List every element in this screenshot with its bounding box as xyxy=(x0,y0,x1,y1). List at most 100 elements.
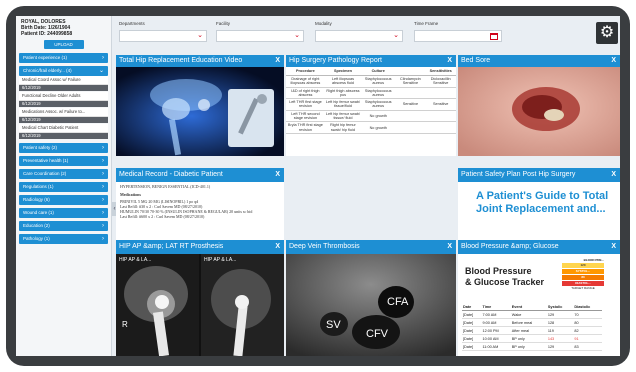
ultrasound-image[interactable]: CFA SV CFV xyxy=(286,254,456,356)
table-row: I&D of right thigh abscess Right thigh a… xyxy=(286,87,456,100)
sidebar-item-wound-care[interactable]: Wound care (1) › xyxy=(19,208,108,218)
table-cell: Sensitive xyxy=(395,98,426,111)
table-header xyxy=(395,67,426,76)
chevron-down-icon: ⌄ xyxy=(294,32,300,39)
tile-title: Deep Vein Thrombosis xyxy=(289,243,360,250)
list-item[interactable]: Medical Coord Assoc w/ Failure xyxy=(19,76,108,85)
bed-sore-photo[interactable] xyxy=(458,67,620,156)
close-icon[interactable]: X xyxy=(447,55,452,67)
tile-medical-record[interactable]: Medical Record - Diabetic Patient X HYPE… xyxy=(116,168,284,247)
patient-id: Patient ID: 244099858 xyxy=(21,31,73,37)
sidebar-item-label: Care Coordination (2) xyxy=(23,171,67,176)
chevron-right-icon: › xyxy=(102,145,104,151)
table-cell xyxy=(395,87,426,100)
table-cell: Clindamycin Sensitive xyxy=(395,75,426,88)
tile-hip-video[interactable]: Total Hip Replacement Education Video X xyxy=(116,55,284,156)
close-icon[interactable]: X xyxy=(611,55,616,67)
sidebar-item-radiology[interactable]: Radiology (6) › xyxy=(19,195,108,205)
tile-header: Patient Safety Plan Post Hip Surgery X xyxy=(458,168,620,182)
table-cell: After meal xyxy=(510,326,547,335)
tile-safety-plan[interactable]: Patient Safety Plan Post Hip Surgery X A… xyxy=(458,168,620,247)
table-cell: [Date] xyxy=(462,318,482,327)
table-cell: Left hip femur swab/ tissue/ fluid xyxy=(324,110,362,123)
sidebar-item-patient-experience[interactable]: Patient experience (1) › xyxy=(19,53,108,63)
sidebar-item-education[interactable]: Education (2) › xyxy=(19,221,108,231)
departments-select[interactable]: ⌄ xyxy=(119,30,207,42)
bp-title-line: Blood Pressure xyxy=(465,266,532,276)
tile-title: HIP AP &amp; LAT RT Prosthesis xyxy=(119,243,224,250)
chevron-right-icon: › xyxy=(102,184,104,190)
settings-gear-icon[interactable]: ⚙ xyxy=(596,22,618,44)
video-thumbnail[interactable] xyxy=(116,67,284,156)
table-cell: 143 xyxy=(546,334,574,343)
tile-title: Medical Record - Diabetic Patient xyxy=(119,171,223,178)
sidebar-item-label: Patient safety (2) xyxy=(23,145,58,150)
table-row: Drainage of right iliopsoas abscess Left… xyxy=(286,75,456,88)
list-item[interactable]: Functional Decline Older Adults xyxy=(19,92,108,101)
table-row: [Date] 9:00 AM Before meal 128 80 xyxy=(462,318,602,327)
list-item[interactable]: Medical Chart Diabetic Patient xyxy=(19,124,108,133)
table-header: Procedure xyxy=(286,67,325,76)
table-row: Left THR second stage revision Left hip … xyxy=(286,110,456,123)
sidebar-item-pathology[interactable]: Pathology (1) › xyxy=(19,234,108,244)
tile-pathology-report[interactable]: Hip Surgery Pathology Report X Procedure… xyxy=(286,55,456,156)
close-icon[interactable]: X xyxy=(447,240,452,254)
medical-record-text: HYPERTENSION, BENIGN ESSENTIAL (ICD-401.… xyxy=(116,182,284,247)
table-cell: [Date] xyxy=(462,342,482,351)
close-icon[interactable]: X xyxy=(275,55,280,67)
ultrasound-label: CFV xyxy=(366,328,388,340)
table-cell xyxy=(425,121,456,134)
dashboard-screen: ROYAL, DOLORES Birth Date: 1/26/1904 Pat… xyxy=(16,16,620,356)
facility-select[interactable]: ⌄ xyxy=(216,30,304,42)
table-cell: Right hip femur swab/ hip fluid xyxy=(324,121,362,134)
sidebar-item-label: Radiology (6) xyxy=(23,197,50,202)
tile-xray[interactable]: HIP AP &amp; LAT RT Prosthesis X HIP AP … xyxy=(116,240,284,356)
table-cell: Wake xyxy=(510,310,547,319)
tile-blood-pressure[interactable]: Blood Pressure &amp; Glucose X Blood Pre… xyxy=(458,240,620,356)
tile-header: HIP AP &amp; LAT RT Prosthesis X xyxy=(116,240,284,254)
table-cell: [Date] xyxy=(462,334,482,343)
safety-guide-preview: A Patient's Guide to Total Joint Replace… xyxy=(458,182,620,247)
close-icon[interactable]: X xyxy=(275,168,280,182)
table-cell: Left iliopsoas abscess fluid xyxy=(324,75,362,88)
sidebar-item-regulations[interactable]: Regulations (1) › xyxy=(19,182,108,192)
sidebar-item-care-coordination[interactable]: Care Coordination (2) › xyxy=(19,169,108,179)
table-cell: Sensitive xyxy=(425,98,456,111)
tile-title: Blood Pressure &amp; Glucose xyxy=(461,243,559,250)
sidebar-item-label: Preventative health (1) xyxy=(23,158,69,163)
time-frame-input[interactable] xyxy=(414,30,502,42)
list-item[interactable]: Medications Assoc. w/ Failure to... xyxy=(19,108,108,117)
sidebar-item-label: Regulations (1) xyxy=(23,184,54,189)
chevron-right-icon: › xyxy=(102,158,104,164)
xray-images[interactable]: HIP AP & LA... HIP AP & LA... R xyxy=(116,254,284,356)
sidebar-item-chronic-frail-elderly[interactable]: Chronic/frail elderly... (4) ⌄ xyxy=(19,66,108,76)
chevron-right-icon: › xyxy=(102,171,104,177)
calendar-icon[interactable] xyxy=(490,33,498,40)
close-icon[interactable]: X xyxy=(611,168,616,182)
record-line: Last Refill: #600 x 2 : Carl Savem MD (0… xyxy=(120,214,205,219)
bp-legend: BLOOD PRE... 120 SYSTOL... 80 DIASTOL...… xyxy=(562,258,604,290)
sidebar-item-patient-safety[interactable]: Patient safety (2) › xyxy=(19,143,108,153)
table-cell: Left hip femur swab/ tissue/fluid xyxy=(324,98,362,111)
modality-select[interactable]: ⌄ xyxy=(315,30,403,42)
table-header: Culture xyxy=(361,67,396,76)
chevron-right-icon: › xyxy=(102,223,104,229)
table-cell: 91 xyxy=(573,334,602,343)
table-header: Specimen xyxy=(324,67,362,76)
table-row: Left THR first stage revision Left hip f… xyxy=(286,98,456,111)
close-icon[interactable]: X xyxy=(611,240,616,254)
upload-button[interactable]: UPLOAD xyxy=(43,40,84,49)
table-header: Sensitivities xyxy=(425,67,456,76)
tile-bed-sore[interactable]: Bed Sore X xyxy=(458,55,620,156)
tile-header: Bed Sore X xyxy=(458,55,620,67)
facility-label: Facility xyxy=(216,21,231,26)
table-cell: 119 xyxy=(546,326,574,335)
tile-dvt[interactable]: Deep Vein Thrombosis X CFA SV CFV xyxy=(286,240,456,356)
table-cell xyxy=(395,121,426,134)
sidebar-item-preventative-health[interactable]: Preventative health (1) › xyxy=(19,156,108,166)
sidebar-item-label: Wound care (1) xyxy=(23,210,54,215)
close-icon[interactable]: X xyxy=(275,240,280,254)
bp-legend-caption: TARGET RANGE xyxy=(571,286,595,290)
table-cell: BP only xyxy=(510,334,547,343)
tile-title: Bed Sore xyxy=(461,57,491,64)
